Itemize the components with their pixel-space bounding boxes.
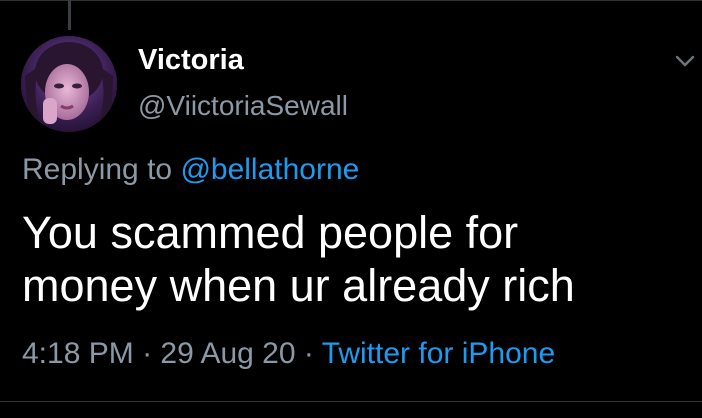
tweet-source-link[interactable]: Twitter for iPhone: [322, 337, 555, 370]
avatar[interactable]: [21, 36, 117, 132]
tweet-text-line: You scammed people for: [22, 207, 519, 258]
thread-connector-line: [68, 0, 71, 30]
avatar-image: [21, 36, 117, 132]
meta-separator: ·: [142, 337, 153, 370]
reply-mention-link[interactable]: @bellathorne: [180, 153, 359, 186]
tweet-metadata: 4:18 PM · 29 Aug 20 · Twitter for iPhone: [22, 334, 555, 374]
author-display-name[interactable]: Victoria: [138, 42, 244, 78]
replying-to-label: Replying to: [22, 153, 173, 186]
top-divider: [0, 0, 702, 1]
tweet-time[interactable]: 4:18 PM: [22, 337, 134, 370]
tweet-text-line: money when ur already rich: [22, 260, 575, 311]
tweet-date[interactable]: 29 Aug 20: [160, 337, 295, 370]
replying-to-line: Replying to @bellathorne: [22, 150, 359, 190]
bottom-divider: [0, 401, 702, 402]
meta-separator: ·: [303, 337, 314, 370]
tweet-text: You scammed people for money when ur alr…: [22, 206, 682, 312]
author-handle[interactable]: @ViictoriaSewall: [138, 88, 348, 124]
chevron-down-icon[interactable]: [672, 48, 698, 74]
